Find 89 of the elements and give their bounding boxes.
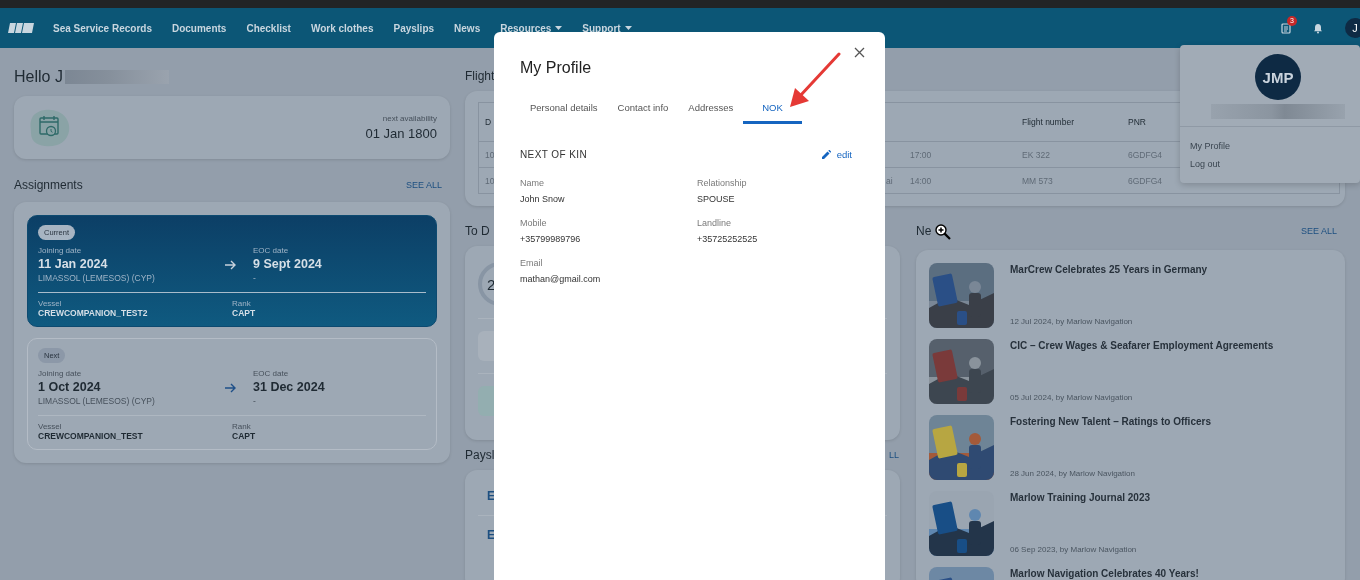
field-label: Name — [520, 178, 544, 188]
zoom-cursor-icon — [935, 224, 951, 241]
table-cell: 14:00 — [910, 175, 932, 186]
tab[interactable]: Contact info — [607, 97, 679, 124]
menu-item[interactable]: My Profile — [1190, 141, 1230, 151]
nav-link[interactable]: Payslips — [393, 22, 435, 34]
news-meta: 06 Sep 2023, by Marlow Navigation — [1010, 545, 1137, 554]
news-meta: 12 Jul 2024, by Marlow Navigation — [1010, 317, 1133, 326]
tab[interactable]: Addresses — [678, 97, 744, 124]
caret-icon — [624, 26, 632, 30]
field-label: Rank — [232, 422, 252, 431]
rank-value: CAPT — [232, 431, 257, 441]
field-label: Rank — [232, 299, 252, 308]
close-icon[interactable] — [854, 47, 865, 58]
field-label: Vessel — [38, 422, 63, 431]
section-title: Assignments — [14, 178, 83, 192]
field-value: +35799989796 — [520, 234, 581, 244]
port-name: - — [253, 273, 257, 283]
column-header: Flight number — [1021, 117, 1075, 127]
arrow-right-icon — [225, 259, 237, 270]
section-title: Flight — [465, 69, 495, 83]
joining-date: 11 Jan 2024 — [38, 257, 109, 271]
field-label: EOC date — [253, 246, 290, 255]
field-label: Mobile — [520, 218, 547, 228]
section-title: To D — [465, 224, 490, 238]
nav-link[interactable]: Checklist — [246, 22, 291, 34]
port-name: LIMASSOL (LEMESOS) (CYP) — [38, 273, 156, 283]
tab[interactable]: Personal details — [520, 97, 608, 124]
news-meta: 28 Jun 2024, by Marlow Navigation — [1010, 469, 1135, 478]
rank-value: CAPT — [232, 308, 257, 318]
field-label: Email — [520, 258, 543, 268]
eoc-date: 9 Sept 2024 — [253, 257, 323, 271]
see-all-link[interactable]: SEE ALL — [1300, 226, 1337, 236]
section-title: NEXT OF KIN — [520, 149, 587, 160]
field-label: Relationship — [697, 178, 747, 188]
payslip-item[interactable]: E — [487, 489, 495, 503]
vessel-name: CREWCOMPANION_TEST — [38, 431, 144, 441]
document-icon[interactable] — [1281, 22, 1291, 34]
news-title[interactable]: Fostering New Talent – Ratings to Officers — [1010, 416, 1211, 427]
news-title[interactable]: MarCrew Celebrates 25 Years in Germany — [1010, 264, 1208, 275]
port-name: - — [253, 396, 257, 406]
field-label: Joining date — [38, 246, 83, 255]
payslip-item[interactable]: E — [487, 528, 495, 542]
field-value: mathan@gmail.com — [520, 274, 601, 284]
section-title: Ne — [916, 224, 932, 238]
field-value: +35725252525 — [697, 234, 758, 244]
table-cell: 10 — [485, 149, 495, 160]
pencil-icon — [821, 150, 831, 159]
nav-link[interactable]: Sea Service Records — [53, 22, 152, 34]
arrow-right-icon — [225, 382, 237, 393]
table-cell: 10 — [485, 175, 495, 186]
eoc-date: 31 Dec 2024 — [253, 380, 326, 394]
nav-link[interactable]: News — [454, 22, 481, 34]
see-all-link[interactable]: SEE ALL — [405, 180, 442, 190]
user-avatar[interactable]: J — [1345, 18, 1360, 38]
table-cell: 6GDFG4 — [1128, 175, 1162, 186]
nav-link[interactable]: Resources — [500, 22, 563, 34]
field-label: Vessel — [38, 299, 63, 308]
bell-icon[interactable] — [1313, 22, 1323, 34]
field-label: Joining date — [38, 369, 83, 378]
user-avatar: JMP — [1255, 54, 1301, 100]
menu-item[interactable]: Log out — [1190, 159, 1221, 169]
see-all-link[interactable]: LL — [889, 450, 899, 460]
field-value: SPOUSE — [697, 194, 735, 204]
nav-link[interactable]: Support — [582, 22, 632, 34]
greeting: Hello J — [14, 68, 63, 86]
table-cell: 6GDFG4 — [1128, 149, 1162, 160]
availability-date: 01 Jan 1800 — [365, 126, 437, 141]
field-value: John Snow — [520, 194, 565, 204]
news-title[interactable]: Marlow Training Journal 2023 — [1010, 492, 1151, 503]
table-cell: 17:00 — [910, 149, 932, 160]
news-title[interactable]: CIC – Crew Wages & Seafarer Employment Agreements — [1010, 340, 1274, 351]
dialog-title: My Profile — [520, 59, 592, 77]
column-header: D — [484, 117, 493, 127]
joining-date: 1 Oct 2024 — [38, 380, 102, 394]
news-title[interactable]: Marlow Navigation Celebrates 40 Years! — [1010, 568, 1199, 579]
field-label: Landline — [697, 218, 732, 228]
logo-icon[interactable] — [7, 22, 35, 34]
column-header: PNR — [1127, 117, 1147, 127]
nav-link[interactable]: Documents — [171, 22, 227, 34]
caret-icon — [555, 26, 563, 30]
nav-link[interactable]: Work clothes — [310, 22, 374, 34]
port-name: LIMASSOL (LEMESOS) (CYP) — [38, 396, 156, 406]
vessel-name: CREWCOMPANION_TEST2 — [38, 308, 149, 318]
edit-link[interactable]: edit — [821, 149, 852, 160]
section-title: Paysl — [465, 448, 495, 462]
availability-label: next availability — [382, 114, 437, 123]
field-label: EOC date — [253, 369, 290, 378]
news-meta: 05 Jul 2024, by Marlow Navigation — [1010, 393, 1133, 402]
